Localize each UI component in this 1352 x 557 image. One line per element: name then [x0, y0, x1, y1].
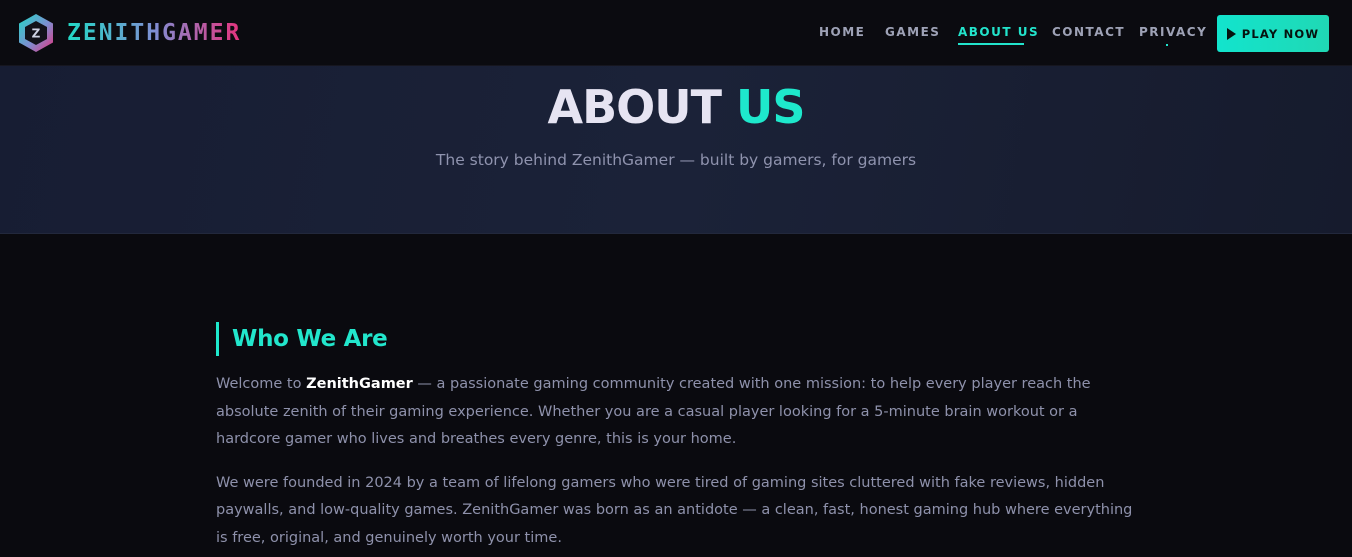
hexagon-logo-icon: Z [19, 14, 53, 52]
play-now-label: PLAY NOW [1241, 26, 1320, 41]
logo-letter: Z [32, 27, 41, 41]
nav-about-us[interactable]: ABOUT US [958, 25, 1039, 39]
section-heading-who-we-are: Who We Are [216, 322, 1136, 356]
active-nav-underline [958, 43, 1024, 45]
nav-games[interactable]: GAMES [885, 25, 940, 39]
page-title: ABOUT US [0, 80, 1352, 134]
page-title-main: ABOUT [547, 80, 722, 134]
nav-home[interactable]: HOME [819, 25, 865, 39]
hover-indicator-dot [1166, 44, 1168, 46]
brand-highlight: ZenithGamer [306, 376, 413, 392]
hero-banner: ABOUT US The story behind ZenithGamer — … [0, 66, 1352, 234]
brand-logo[interactable]: Z ZENITHGAMER [16, 12, 241, 54]
brand-name: ZENITHGAMER [67, 20, 242, 46]
nav-contact[interactable]: CONTACT [1052, 25, 1125, 39]
page: Z ZENITHGAMER HOME GAMES ABOUT US CONTAC… [0, 0, 1352, 557]
founding-paragraph: We were founded in 2024 by a team of lif… [216, 474, 1133, 546]
about-content: Who We Are Welcome to ZenithGamer — a pa… [216, 322, 1136, 552]
nav-privacy[interactable]: PRIVACY [1139, 25, 1207, 39]
top-navbar: Z ZENITHGAMER HOME GAMES ABOUT US CONTAC… [0, 0, 1352, 66]
intro-prefix: Welcome to [216, 376, 307, 392]
page-subtitle: The story behind ZenithGamer — built by … [435, 151, 917, 169]
intro-paragraph: Welcome to ZenithGamer — a passionate ga… [216, 371, 1136, 454]
play-now-button[interactable]: PLAY NOW [1217, 15, 1329, 52]
play-icon [1226, 27, 1236, 40]
page-title-accent: US [736, 80, 805, 134]
